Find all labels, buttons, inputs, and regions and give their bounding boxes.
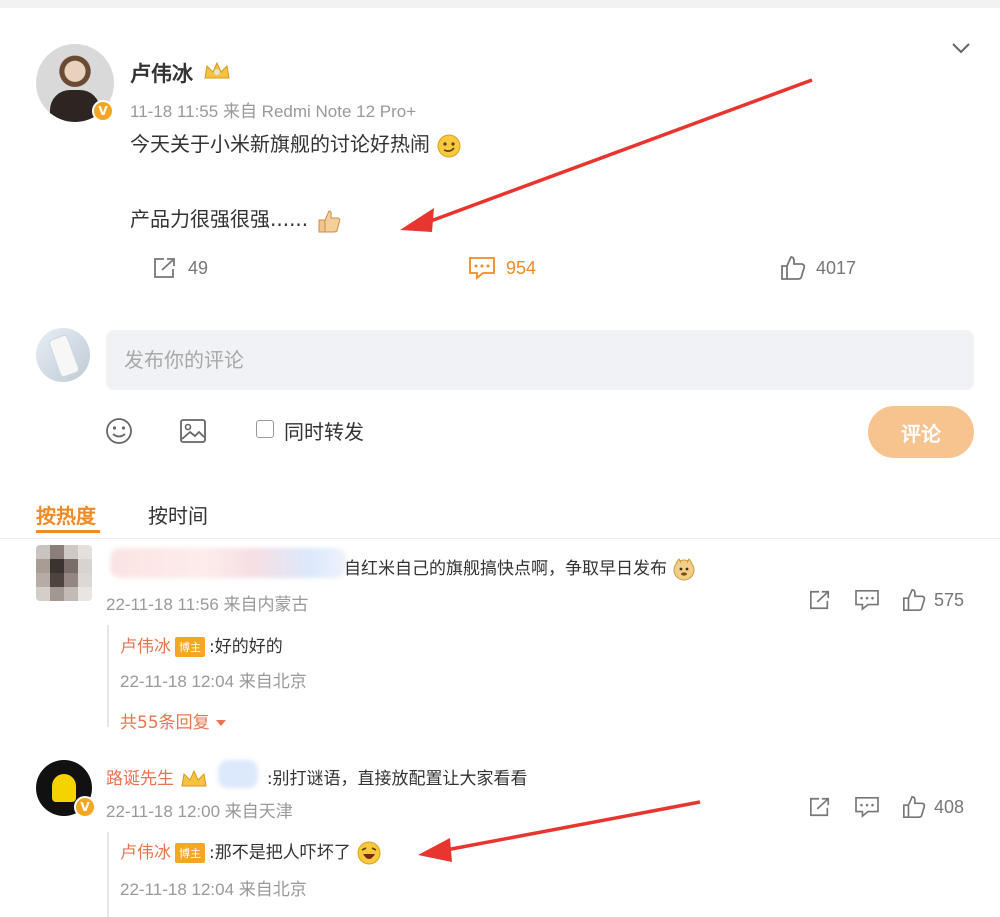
verified-icon: V bbox=[92, 100, 114, 122]
comment-2-body: :别打谜语，直接放配置让大家看看 bbox=[266, 769, 528, 789]
more-replies-label: 共55条回复 bbox=[120, 713, 210, 733]
repost-checkbox[interactable] bbox=[256, 420, 274, 438]
post-author-name[interactable]: 卢伟冰 bbox=[130, 58, 193, 88]
repost-icon bbox=[154, 258, 175, 278]
divider bbox=[0, 538, 1000, 539]
comment-1-text: 自红米自己的旗舰搞快点啊，争取早日发布 bbox=[344, 554, 696, 581]
comment-2-actions: 408 bbox=[808, 795, 964, 819]
repost-icon[interactable] bbox=[808, 796, 832, 818]
reply-text: :那不是把人吓坏了 bbox=[209, 843, 351, 863]
reply-author[interactable]: 卢伟冰 bbox=[120, 637, 171, 657]
crown-icon bbox=[204, 61, 230, 79]
repost-label: 同时转发 bbox=[284, 420, 364, 444]
comment-2-like-count: 408 bbox=[934, 796, 965, 817]
top-divider bbox=[0, 0, 1000, 8]
like-icon bbox=[903, 589, 926, 611]
comment-1-reply: 卢伟冰 博主:好的好的 bbox=[120, 632, 283, 657]
repost-icon[interactable] bbox=[808, 589, 832, 611]
submit-comment-button[interactable]: 评论 bbox=[868, 406, 974, 458]
comment-1-like-count: 575 bbox=[934, 589, 965, 610]
comment-1-like[interactable]: 575 bbox=[902, 588, 964, 612]
caret-down-icon bbox=[216, 720, 227, 726]
arrow-2-head bbox=[418, 838, 452, 862]
tab-hot[interactable]: 按热度 bbox=[36, 500, 96, 529]
comment-1-actions: 575 bbox=[808, 588, 964, 612]
thumbs-up-emoji-icon bbox=[318, 209, 340, 232]
comment-icon[interactable] bbox=[854, 589, 880, 611]
arrow-1-head bbox=[400, 208, 434, 232]
like-icon bbox=[781, 256, 806, 280]
post-text-line-2: 产品力很强很强...... bbox=[130, 203, 343, 235]
tab-underline bbox=[36, 530, 100, 533]
comment-1-reply-meta: 22-11-18 12:04 来自北京 bbox=[120, 672, 307, 691]
repost-count: 49 bbox=[188, 257, 209, 278]
tab-time[interactable]: 按时间 bbox=[148, 500, 208, 529]
verified-icon: V bbox=[74, 796, 96, 818]
comment-input[interactable] bbox=[106, 330, 974, 390]
comment-1-meta: 22-11-18 11:56 来自内蒙古 bbox=[106, 595, 309, 614]
comment-icon bbox=[469, 257, 495, 280]
comment-2-reply-meta: 22-11-18 12:04 来自北京 bbox=[120, 880, 307, 899]
arrow-2-line bbox=[445, 800, 701, 852]
author-tag: 博主 bbox=[175, 843, 205, 863]
comment-icon[interactable] bbox=[854, 796, 880, 818]
post-text-line-1: 今天关于小米新旗舰的讨论好热闹 bbox=[130, 128, 462, 159]
my-avatar[interactable] bbox=[36, 328, 90, 382]
more-replies-link[interactable]: 共55条回复 bbox=[120, 708, 227, 733]
reply-author[interactable]: 卢伟冰 bbox=[120, 843, 171, 863]
post-text-2: 产品力很强很强...... bbox=[130, 207, 309, 231]
comment-2-meta: 22-11-18 12:00 来自天津 bbox=[106, 802, 293, 821]
arrow-1-line bbox=[427, 78, 813, 224]
laughing-emoji-icon bbox=[357, 841, 381, 865]
comment-count: 954 bbox=[506, 257, 537, 278]
blurred-username bbox=[110, 548, 346, 578]
like-button[interactable]: 4017 bbox=[780, 255, 856, 281]
like-icon bbox=[903, 796, 926, 818]
commenter-avatar-pixelated[interactable] bbox=[36, 545, 92, 601]
post-meta: 11-18 11:55 来自 Redmi Note 12 Pro+ bbox=[130, 102, 417, 121]
post-text-1: 今天关于小米新旗舰的讨论好热闹 bbox=[130, 132, 430, 156]
comment-2-text: 路诞先生 :别打谜语，直接放配置让大家看看 bbox=[106, 764, 528, 790]
crown-icon bbox=[181, 769, 207, 787]
blurred-badge bbox=[218, 760, 258, 788]
comment-button[interactable]: 954 bbox=[468, 255, 536, 281]
chevron-down-icon[interactable] bbox=[950, 40, 972, 56]
like-count: 4017 bbox=[816, 257, 857, 278]
reply-text: :好的好的 bbox=[209, 637, 283, 657]
comment-1-body: 自红米自己的旗舰搞快点啊，争取早日发布 bbox=[344, 559, 667, 579]
doge-emoji-icon bbox=[673, 558, 695, 581]
comment-2-author[interactable]: 路诞先生 bbox=[106, 769, 174, 789]
image-icon[interactable] bbox=[178, 416, 208, 446]
comment-2-reply: 卢伟冰 博主:那不是把人吓坏了 bbox=[120, 838, 382, 866]
author-tag: 博主 bbox=[175, 637, 205, 657]
emoji-icon[interactable] bbox=[104, 416, 134, 446]
comment-2-like[interactable]: 408 bbox=[902, 795, 964, 819]
smirk-emoji-icon bbox=[437, 134, 461, 157]
repost-button[interactable]: 49 bbox=[152, 255, 208, 281]
reply-thread-bar bbox=[107, 832, 109, 917]
reply-thread-bar bbox=[107, 625, 109, 727]
